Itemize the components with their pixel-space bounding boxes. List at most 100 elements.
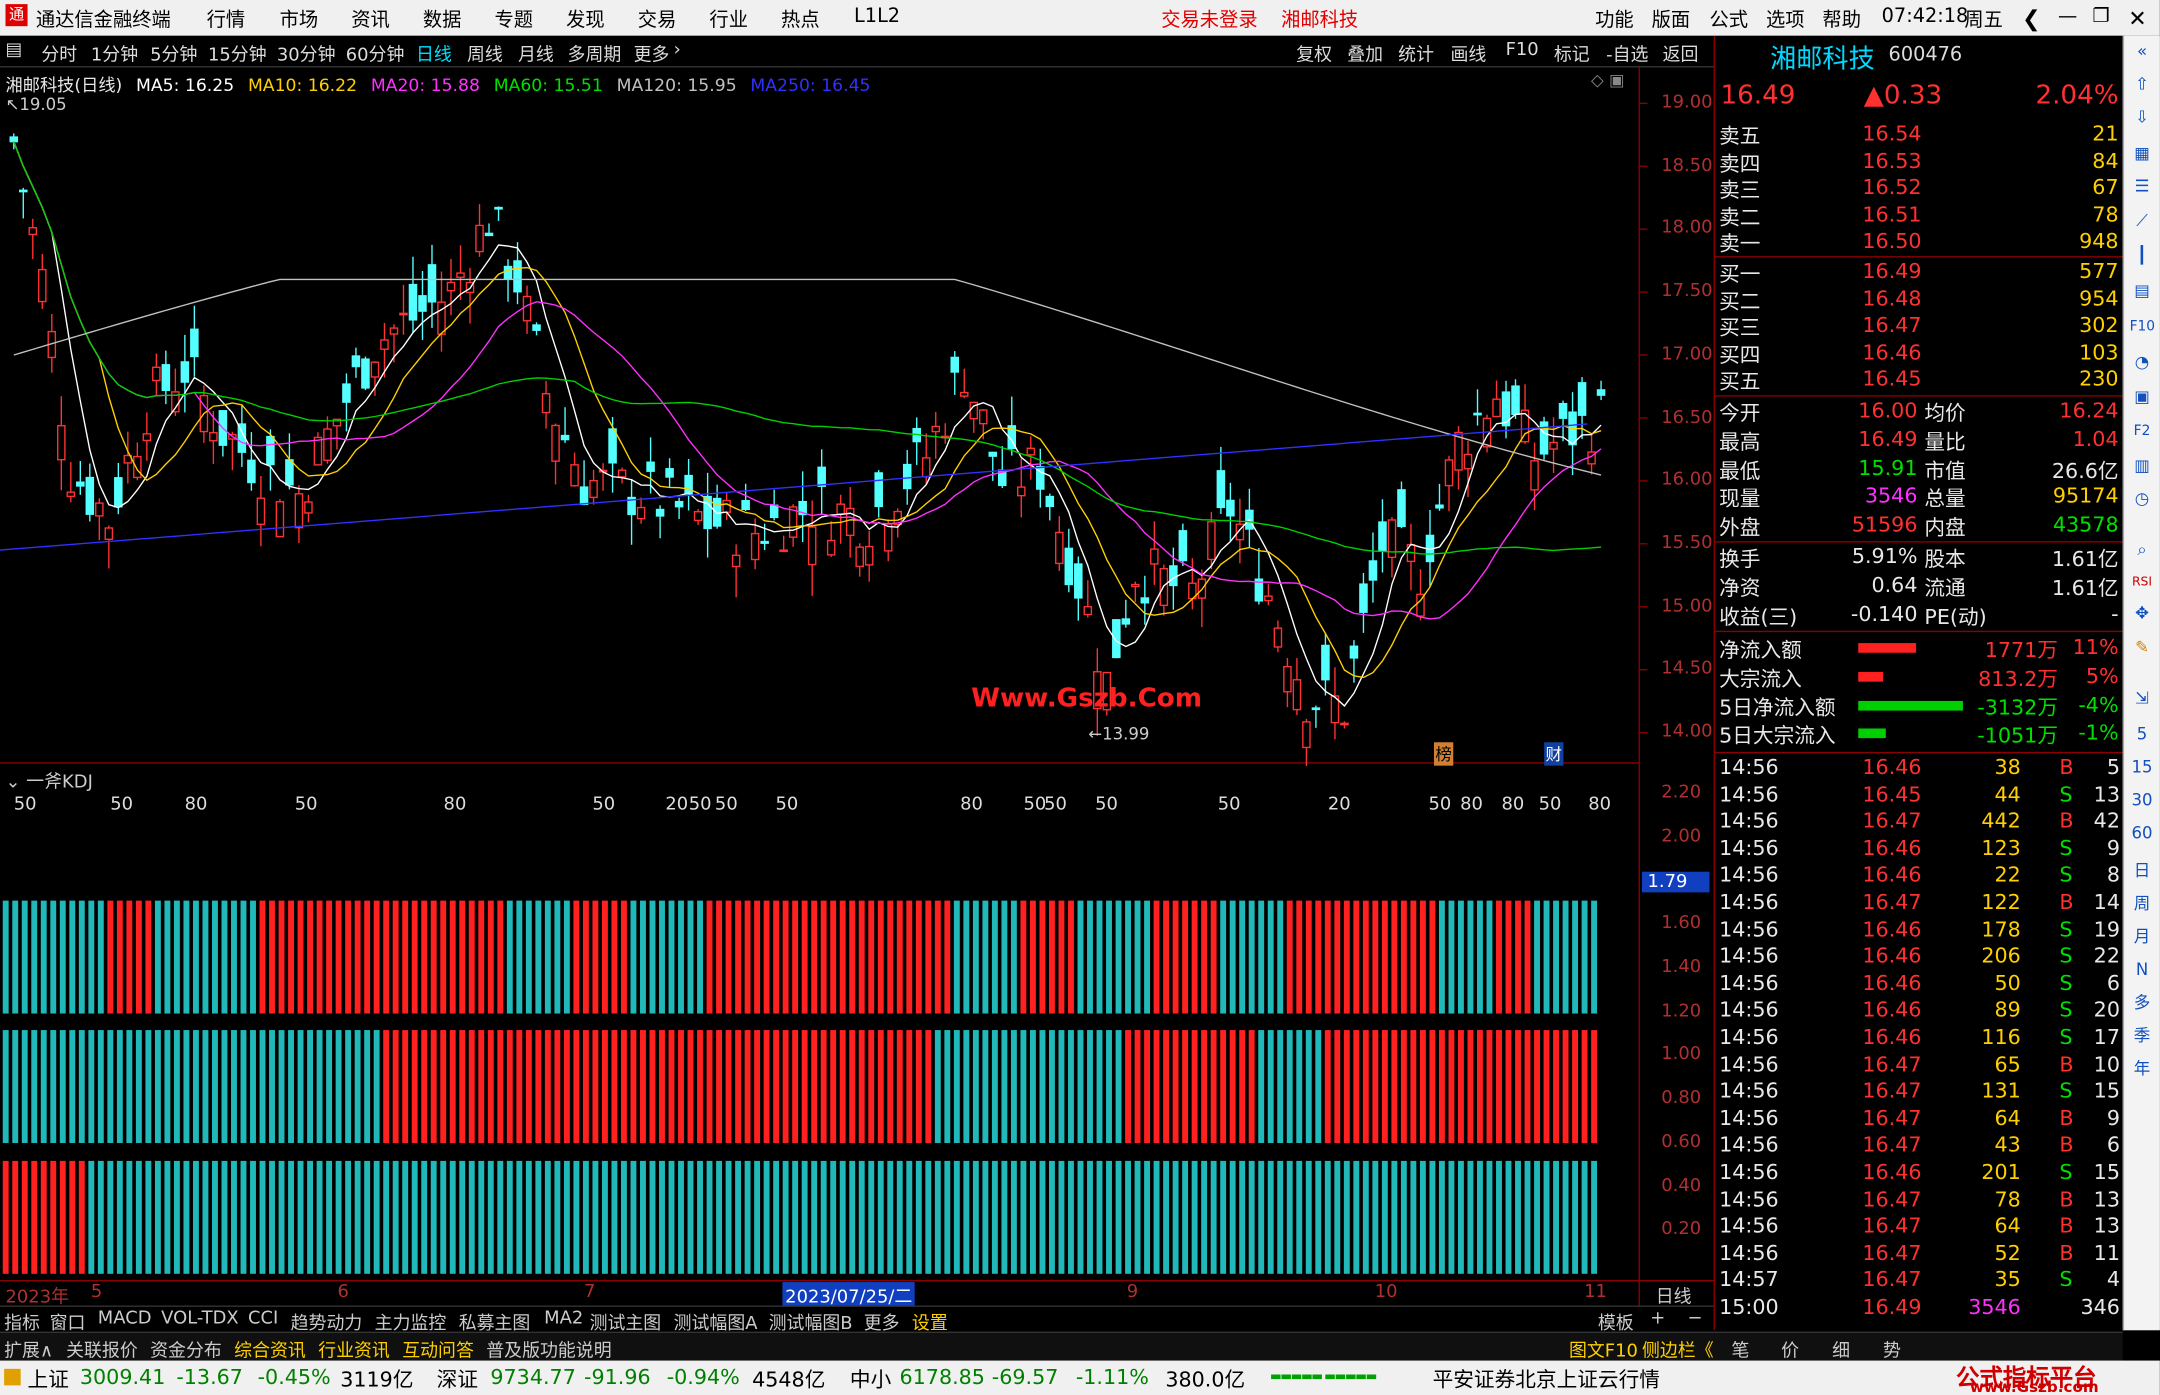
menu-market[interactable]: 市场	[280, 6, 319, 34]
arrow-down-icon[interactable]: ⇩	[2130, 105, 2155, 130]
move-icon[interactable]: ✥	[2130, 600, 2155, 625]
tool-mark[interactable]: 标记	[1554, 40, 1590, 66]
tab-settings[interactable]: 设置	[912, 1308, 948, 1335]
period-more[interactable]: 更多	[634, 40, 670, 66]
tab-indicator[interactable]: 指标	[4, 1308, 40, 1335]
period-30min[interactable]: 30分钟	[277, 40, 336, 66]
tool-draw[interactable]: 画线	[1451, 40, 1487, 66]
table-icon[interactable]: ▦	[2130, 140, 2155, 165]
sidebar-day[interactable]: 日	[2130, 858, 2155, 883]
search-icon[interactable]: ⌕	[2130, 537, 2155, 562]
clock-icon[interactable]: ◷	[2130, 486, 2155, 511]
period-15min[interactable]: 15分钟	[208, 40, 267, 66]
rank-tag[interactable]: 榜	[1433, 742, 1454, 766]
tab-trend-chart[interactable]: 势	[1883, 1336, 1901, 1362]
menu-topic[interactable]: 专题	[495, 6, 534, 34]
tool-stats[interactable]: 统计	[1398, 40, 1434, 66]
tab-test-a[interactable]: 测试幅图A	[674, 1308, 758, 1335]
tab-trend[interactable]: 趋势动力	[291, 1308, 363, 1335]
sidebar-n[interactable]: N	[2130, 957, 2155, 982]
chart-settings-icon[interactable]: ◇ ▣	[1591, 70, 1625, 89]
tab-vol[interactable]: VOL-TDX	[161, 1308, 239, 1329]
menu-layout[interactable]: 版面	[1652, 6, 1691, 34]
tool-f10[interactable]: F10	[1506, 40, 1539, 61]
tab-test-main[interactable]: 测试主图	[590, 1308, 662, 1335]
restore-icon[interactable]: ❐	[2092, 6, 2109, 28]
minimize-icon[interactable]: —	[2058, 6, 2077, 28]
menu-discover[interactable]: 发现	[566, 6, 605, 34]
menu-help[interactable]: 帮助	[1822, 6, 1861, 34]
collapse-icon[interactable]: ▤	[6, 40, 23, 61]
sidebar-multi[interactable]: 多	[2130, 990, 2155, 1015]
menu-options[interactable]: 选项	[1766, 6, 1805, 34]
sidebar-quarter[interactable]: 季	[2130, 1023, 2155, 1048]
remove-icon[interactable]: −	[1687, 1308, 1702, 1329]
period-daily[interactable]: 日线	[416, 40, 452, 66]
rsi-icon[interactable]: RSI	[2130, 570, 2155, 595]
tab-fund-dist[interactable]: 资金分布	[150, 1336, 222, 1362]
arrow-up-icon[interactable]: ⇧	[2130, 72, 2155, 97]
menu-hot[interactable]: 热点	[781, 6, 820, 34]
menu-formula[interactable]: 公式	[1709, 6, 1748, 34]
tab-general-news[interactable]: 综合资讯	[234, 1336, 306, 1362]
tab-private-main[interactable]: 私募主图	[459, 1308, 531, 1335]
tab-more[interactable]: 更多	[864, 1308, 900, 1335]
menu-news[interactable]: 资讯	[351, 6, 390, 34]
sidebar-60[interactable]: 60	[2130, 821, 2155, 846]
template-button[interactable]: 模板	[1598, 1308, 1634, 1335]
sidebar-year[interactable]: 年	[2130, 1056, 2155, 1081]
period-5min[interactable]: 5分钟	[150, 40, 197, 66]
tab-test-b[interactable]: 测试幅图B	[769, 1308, 853, 1335]
tool-overlay[interactable]: 叠加	[1347, 40, 1383, 66]
calendar-icon[interactable]: ▥	[2130, 453, 2155, 478]
back-icon[interactable]: ❮	[2022, 6, 2040, 32]
menu-industry[interactable]: 行业	[709, 6, 748, 34]
pie-icon[interactable]: ◔	[2130, 350, 2155, 375]
menu-function[interactable]: 功能	[1595, 6, 1634, 34]
tab-macd[interactable]: MACD	[98, 1308, 152, 1329]
sidebar-15[interactable]: 15	[2130, 755, 2155, 780]
sidebar-week[interactable]: 周	[2130, 891, 2155, 916]
kline-chart[interactable]	[0, 67, 1714, 1306]
menu-quotes[interactable]: 行情	[207, 6, 246, 34]
tool-remove-fav[interactable]: -自选	[1606, 40, 1648, 66]
tab-window[interactable]: 窗口	[50, 1308, 86, 1335]
f2-icon[interactable]: F2	[2130, 420, 2155, 445]
tab-related-quotes[interactable]: 关联报价	[66, 1336, 138, 1362]
period-weekly[interactable]: 周线	[467, 40, 503, 66]
period-60min[interactable]: 60分钟	[346, 40, 405, 66]
close-icon[interactable]: ✕	[2128, 6, 2146, 32]
menu-trade[interactable]: 交易	[638, 6, 677, 34]
f10-link[interactable]: 图文F10	[1569, 1336, 1638, 1362]
period-intraday[interactable]: 分时	[41, 40, 77, 66]
exit-icon[interactable]: ⇲	[2130, 686, 2155, 711]
pen-icon[interactable]: ✎	[2130, 635, 2155, 660]
finance-tag[interactable]: 财	[1544, 742, 1564, 766]
tab-expand[interactable]: 扩展∧	[4, 1336, 53, 1362]
collapse-icon[interactable]: «	[2130, 39, 2155, 64]
tab-qa[interactable]: 互动问答	[402, 1336, 474, 1362]
login-status[interactable]: 交易未登录	[1161, 6, 1257, 34]
menu-data[interactable]: 数据	[423, 6, 462, 34]
f10-icon[interactable]: F10	[2130, 315, 2155, 340]
tab-popular-help[interactable]: 普及版功能说明	[486, 1336, 611, 1362]
tab-price[interactable]: 价	[1781, 1336, 1799, 1362]
sidebar-link[interactable]: 侧边栏《	[1642, 1336, 1714, 1362]
tab-industry-news[interactable]: 行业资讯	[318, 1336, 390, 1362]
menu-l1l2[interactable]: L1L2	[854, 6, 900, 28]
sidebar-5[interactable]: 5	[2130, 722, 2155, 747]
sidebar-month[interactable]: 月	[2130, 924, 2155, 949]
add-icon[interactable]: +	[1650, 1308, 1665, 1329]
tab-detail[interactable]: 细	[1832, 1336, 1850, 1362]
grid-icon[interactable]: ▤	[2130, 278, 2155, 303]
tab-tick[interactable]: 笔	[1732, 1336, 1750, 1362]
sidebar-30[interactable]: 30	[2130, 788, 2155, 813]
tool-adjust[interactable]: 复权	[1296, 40, 1332, 66]
period-monthly[interactable]: 月线	[518, 40, 554, 66]
tab-main-monitor[interactable]: 主力监控	[375, 1308, 447, 1335]
period-1min[interactable]: 1分钟	[91, 40, 138, 66]
list-icon[interactable]: ☰	[2130, 174, 2155, 199]
tool-return[interactable]: 返回	[1663, 40, 1699, 66]
kline-icon[interactable]: ┃	[2130, 242, 2155, 267]
period-multi[interactable]: 多周期	[568, 40, 622, 66]
